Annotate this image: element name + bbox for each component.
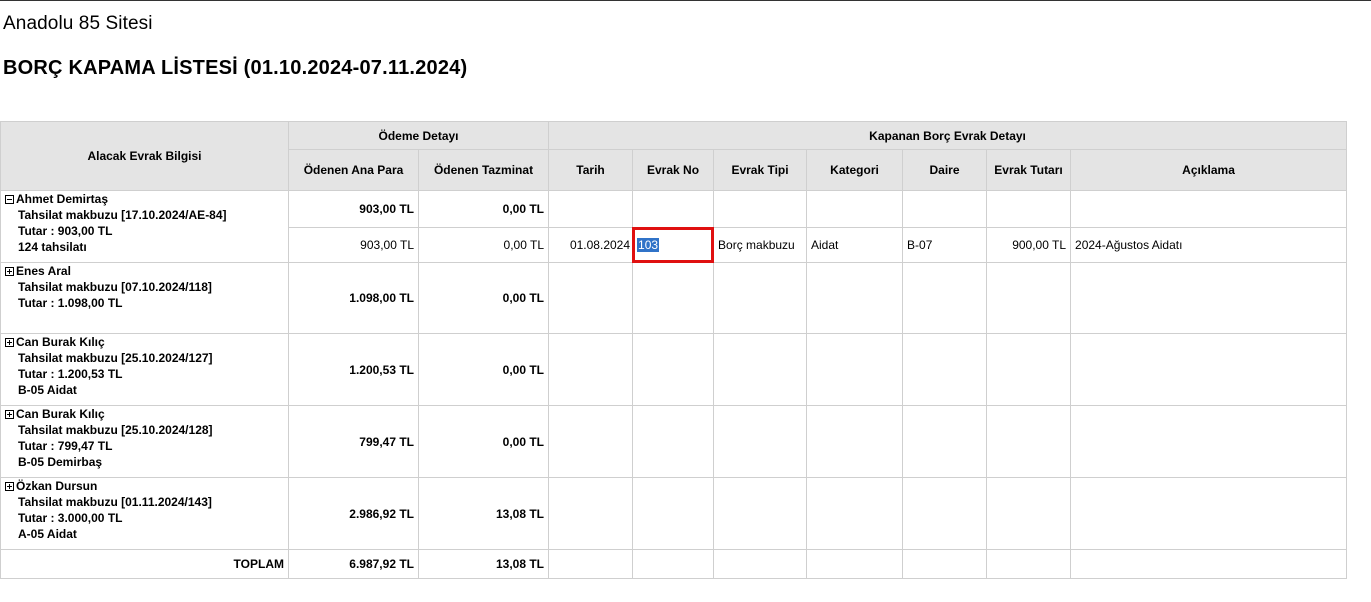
detail-doc-amount: 900,00 TL	[986, 227, 1072, 263]
payer-name: Can Burak Kılıç	[16, 335, 105, 349]
table-row: Özkan Dursun Tahsilat makbuzu [01.11.202…	[0, 477, 1348, 550]
total-row: TOPLAM 6.987,92 TL 13,08 TL	[0, 549, 1348, 579]
receipt-note: 124 tahsilatı	[18, 240, 87, 254]
plus-box-icon[interactable]	[5, 338, 14, 347]
receipt-doc: Tahsilat makbuzu [07.10.2024/118]	[18, 280, 212, 294]
receipt-doc: Tahsilat makbuzu [25.10.2024/128]	[18, 423, 213, 437]
col-aciklama: Açıklama	[1070, 149, 1348, 191]
receipt-amount: Tutar : 1.200,53 TL	[18, 367, 123, 381]
site-name: Anadolu 85 Sitesi	[3, 13, 153, 34]
paid-compensation: 0,00 TL	[417, 333, 550, 406]
col-daire: Daire	[902, 149, 988, 191]
table-row: Enes Aral Tahsilat makbuzu [07.10.2024/1…	[0, 262, 1348, 334]
detail-paid-compensation: 0,00 TL	[417, 227, 550, 263]
col-evrak-tipi: Evrak Tipi	[713, 149, 808, 191]
detail-paid-principal: 903,00 TL	[288, 227, 419, 263]
collapse-toggle[interactable]	[5, 192, 16, 206]
receipt-info-cell: Özkan Dursun Tahsilat makbuzu [01.11.202…	[0, 477, 289, 550]
receipt-info-cell: Ahmet Demirtaş Tahsilat makbuzu [17.10.2…	[0, 190, 289, 263]
col-odenen-ana-para: Ödenen Ana Para	[288, 149, 419, 191]
detail-flat: B-07	[902, 227, 988, 263]
table-row: Ahmet Demirtaş Tahsilat makbuzu [17.10.2…	[0, 190, 1348, 263]
col-kategori: Kategori	[806, 149, 904, 191]
payer-name: Enes Aral	[16, 264, 71, 278]
detail-category: Aidat	[806, 227, 904, 263]
payer-name: Özkan Dursun	[16, 479, 98, 493]
plus-box-icon[interactable]	[5, 410, 14, 419]
paid-principal: 2.986,92 TL	[288, 477, 419, 550]
col-odenen-tazminat: Ödenen Tazminat	[417, 149, 550, 191]
expand-toggle[interactable]	[5, 407, 16, 421]
receipt-amount: Tutar : 903,00 TL	[18, 224, 113, 238]
payer-name: Can Burak Kılıç	[16, 407, 105, 421]
detail-doc-no[interactable]: 103	[637, 238, 660, 252]
col-group-kapanan-borc: Kapanan Borç Evrak Detayı	[548, 121, 1348, 150]
receipt-doc: Tahsilat makbuzu [25.10.2024/127]	[18, 351, 213, 365]
receipt-doc: Tahsilat makbuzu [01.11.2024/143]	[18, 495, 212, 509]
col-tarih: Tarih	[548, 149, 634, 191]
receipt-note: B-05 Demirbaş	[18, 455, 103, 469]
expand-toggle[interactable]	[5, 335, 16, 349]
receipt-info-cell: Enes Aral Tahsilat makbuzu [07.10.2024/1…	[0, 262, 289, 334]
detail-description: 2024-Ağustos Aidatı	[1070, 227, 1348, 263]
paid-compensation: 0,00 TL	[417, 262, 550, 334]
payer-name: Ahmet Demirtaş	[16, 192, 109, 206]
paid-principal: 903,00 TL	[288, 190, 419, 228]
paid-compensation: 13,08 TL	[417, 477, 550, 550]
total-paid-compensation: 13,08 TL	[417, 549, 550, 579]
minus-box-icon[interactable]	[5, 195, 14, 204]
receipt-amount: Tutar : 3.000,00 TL	[18, 511, 123, 525]
receipt-amount: Tutar : 799,47 TL	[18, 439, 113, 453]
receipt-note: B-05 Aidat	[18, 383, 77, 397]
receipt-info-cell: Can Burak Kılıç Tahsilat makbuzu [25.10.…	[0, 333, 289, 406]
receipt-note: A-05 Aidat	[18, 527, 77, 541]
report-title: BORÇ KAPAMA LİSTESİ (01.10.2024-07.11.20…	[3, 57, 468, 79]
detail-doc-no-cell[interactable]: 103	[632, 227, 715, 263]
expand-toggle[interactable]	[5, 479, 16, 493]
paid-compensation: 0,00 TL	[417, 405, 550, 478]
plus-box-icon[interactable]	[5, 267, 14, 276]
col-group-odeme-detayi: Ödeme Detayı	[287, 121, 550, 150]
receipt-info-cell: Can Burak Kılıç Tahsilat makbuzu [25.10.…	[0, 405, 289, 478]
table-row: Can Burak Kılıç Tahsilat makbuzu [25.10.…	[0, 405, 1348, 478]
detail-date: 01.08.2024	[548, 227, 634, 263]
receipt-doc: Tahsilat makbuzu [17.10.2024/AE-84]	[18, 208, 227, 222]
table-row: Can Burak Kılıç Tahsilat makbuzu [25.10.…	[0, 333, 1348, 406]
col-alacak-evrak-bilgisi: Alacak Evrak Bilgisi	[0, 121, 289, 191]
col-evrak-no: Evrak No	[632, 149, 715, 191]
total-paid-principal: 6.987,92 TL	[288, 549, 419, 579]
paid-compensation: 0,00 TL	[417, 190, 550, 228]
receipt-amount: Tutar : 1.098,00 TL	[18, 296, 123, 310]
paid-principal: 799,47 TL	[288, 405, 419, 478]
paid-principal: 1.200,53 TL	[288, 333, 419, 406]
paid-principal: 1.098,00 TL	[288, 262, 419, 334]
expand-toggle[interactable]	[5, 264, 16, 278]
detail-doc-type: Borç makbuzu	[713, 227, 808, 263]
col-evrak-tutari: Evrak Tutarı	[986, 149, 1072, 191]
plus-box-icon[interactable]	[5, 482, 14, 491]
debt-closing-table: Alacak Evrak Bilgisi Ödeme Detayı Kapana…	[0, 121, 1348, 579]
total-label: TOPLAM	[0, 549, 289, 579]
